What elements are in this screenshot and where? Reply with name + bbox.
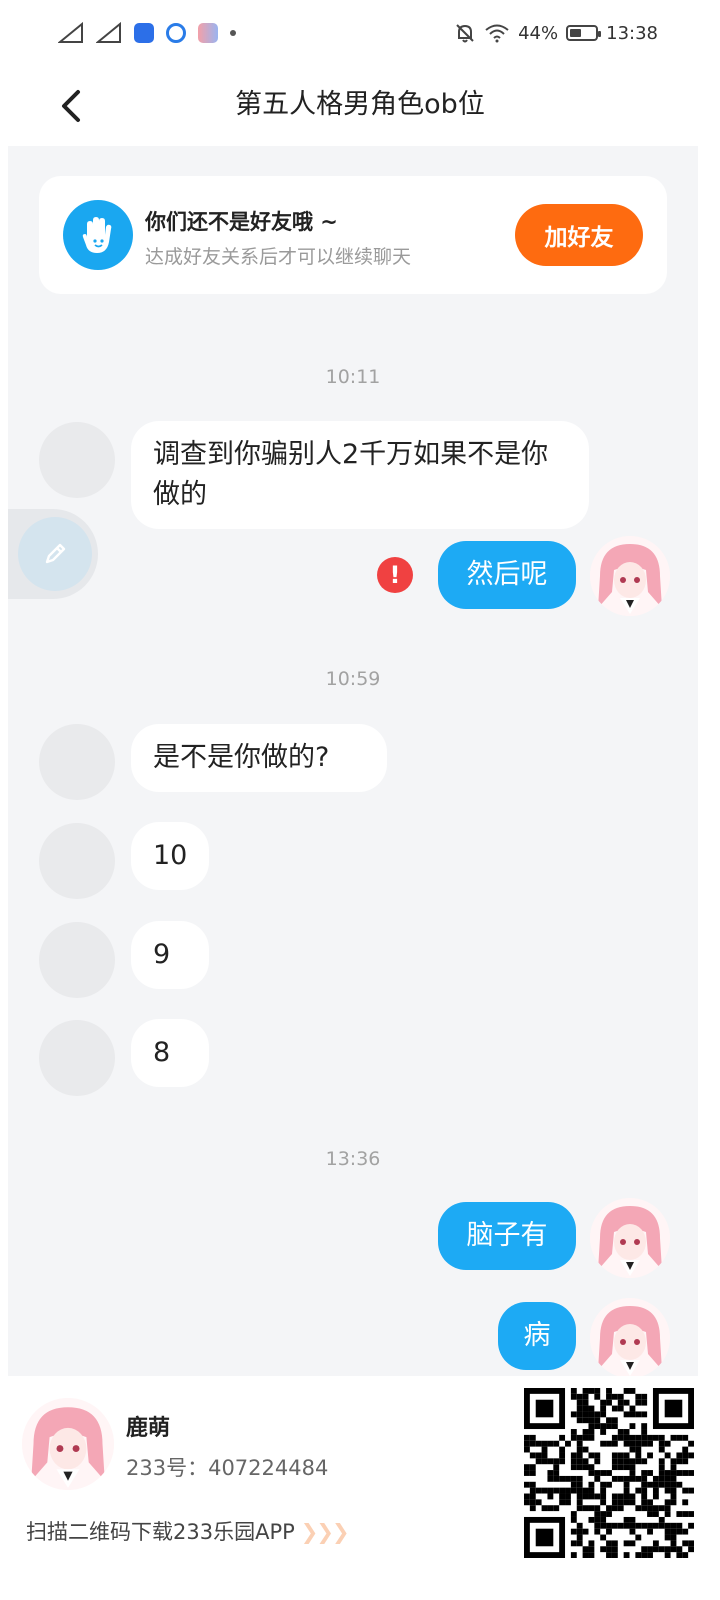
signal-icon-2 — [96, 22, 121, 43]
user-id: 233号：407224484 — [126, 1456, 329, 1480]
outgoing-message[interactable]: 然后呢 — [438, 541, 576, 609]
clock: 13:38 — [606, 22, 658, 44]
more-notifications-dot — [230, 30, 236, 36]
anime-girl-avatar-image — [590, 1198, 670, 1278]
waving-hand-icon — [63, 200, 133, 270]
anime-girl-avatar-image — [590, 536, 670, 616]
contact-avatar[interactable] — [39, 823, 115, 899]
timestamp: 10:59 — [325, 668, 381, 690]
send-failed-error-icon[interactable]: ! — [377, 557, 413, 593]
signal-icon — [58, 22, 83, 43]
incoming-message[interactable]: 是不是你做的? — [131, 724, 387, 792]
qr-code — [524, 1388, 694, 1558]
contact-avatar[interactable] — [39, 1020, 115, 1096]
anime-girl-avatar-image — [590, 1298, 670, 1376]
timestamp: 13:36 — [325, 1148, 381, 1170]
status-left-icons — [58, 22, 236, 44]
incoming-message[interactable]: 9 — [131, 921, 209, 989]
outgoing-message[interactable]: 病 — [498, 1302, 576, 1370]
chat-area[interactable]: 你们还不是好友哦 ~ 达成好友关系后才可以继续聊天 加好友 10:11 调查到你… — [8, 146, 698, 1376]
not-friends-card: 你们还不是好友哦 ~ 达成好友关系后才可以继续聊天 加好友 — [39, 176, 667, 294]
scan-prompt: 扫描二维码下载233乐园APP ❯❯❯ — [26, 1516, 350, 1546]
user-avatar — [22, 1398, 114, 1490]
status-right-icons: 44% 13:38 — [454, 22, 658, 44]
wifi-icon — [485, 24, 509, 43]
outgoing-message[interactable]: 脑子有 — [438, 1202, 576, 1270]
battery-percent: 44% — [518, 22, 559, 44]
chat-header: 第五人格男角色ob位 — [0, 70, 720, 146]
incoming-message[interactable]: 10 — [131, 822, 209, 890]
incoming-message[interactable]: 调查到你骗别人2千万如果不是你做的 — [131, 421, 589, 529]
battery-icon — [566, 25, 602, 41]
share-footer: 鹿萌 233号：407224484 扫描二维码下载233乐园APP ❯❯❯ — [0, 1376, 720, 1600]
contact-avatar[interactable] — [39, 724, 115, 800]
user-name: 鹿萌 — [126, 1416, 171, 1441]
anime-girl-avatar-image — [22, 1398, 114, 1490]
pencil-icon — [18, 517, 92, 591]
mute-bell-icon — [456, 24, 474, 43]
floating-edit-button[interactable] — [8, 509, 98, 599]
incoming-message[interactable]: 8 — [131, 1019, 209, 1087]
contact-avatar[interactable] — [39, 922, 115, 998]
game-notification-icon — [198, 23, 218, 43]
my-avatar[interactable] — [590, 536, 670, 616]
add-friend-button[interactable]: 加好友 — [515, 204, 643, 266]
chevrons-icon: ❯❯❯ — [300, 1520, 350, 1544]
status-bar: 44% 13:38 — [0, 0, 720, 70]
chat-title: 第五人格男角色ob位 — [235, 89, 485, 120]
app-notification-icon — [134, 23, 154, 43]
scan-prompt-text: 扫描二维码下载233乐园APP — [26, 1520, 295, 1544]
timestamp: 10:11 — [325, 366, 381, 388]
contact-avatar[interactable] — [39, 422, 115, 498]
not-friends-title: 你们还不是好友哦 ~ — [145, 210, 338, 234]
my-avatar[interactable] — [590, 1198, 670, 1278]
my-avatar[interactable] — [590, 1298, 670, 1376]
not-friends-subtitle: 达成好友关系后才可以继续聊天 — [145, 246, 412, 268]
browser-notification-icon — [166, 23, 186, 43]
